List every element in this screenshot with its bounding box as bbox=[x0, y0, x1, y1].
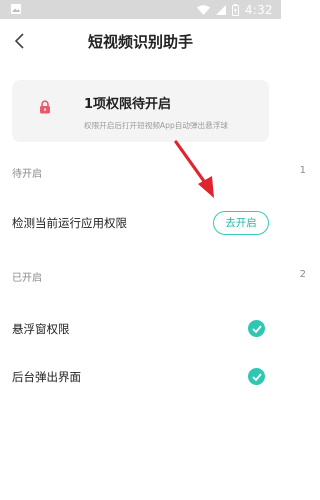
enabled-section-label: 已开启 bbox=[12, 273, 42, 284]
status-bar: 4:32 bbox=[0, 0, 281, 19]
status-right: 4:32 bbox=[196, 0, 273, 19]
lock-icon bbox=[40, 100, 50, 114]
background-popup-label: 后台弹出界面 bbox=[12, 370, 81, 384]
info-card: 1项权限待开启 权限开启后打开短视频App自动弹出悬浮球 bbox=[12, 80, 269, 142]
enable-button[interactable]: 去开启 bbox=[213, 211, 269, 235]
enabled-count: 2 bbox=[299, 269, 306, 280]
signal-icon bbox=[215, 4, 226, 15]
battery-icon bbox=[231, 3, 239, 16]
permission-row-label: 检测当前运行应用权限 bbox=[12, 216, 127, 230]
pending-count: 1 bbox=[299, 165, 306, 176]
card-subtitle: 权限开启后打开短视频App自动弹出悬浮球 bbox=[84, 121, 228, 130]
header: 短视频识别助手 bbox=[0, 19, 281, 63]
check-icon bbox=[248, 368, 265, 385]
wifi-icon bbox=[196, 4, 210, 15]
pending-section-label: 待开启 bbox=[12, 169, 42, 180]
image-icon bbox=[11, 4, 21, 14]
check-icon bbox=[248, 320, 265, 337]
card-title: 1项权限待开启 bbox=[84, 97, 172, 112]
arrow-annotation bbox=[174, 140, 214, 198]
overlay-permission-label: 悬浮窗权限 bbox=[12, 322, 70, 336]
page-title: 短视频识别助手 bbox=[87, 33, 193, 51]
clock: 4:32 bbox=[244, 2, 273, 17]
